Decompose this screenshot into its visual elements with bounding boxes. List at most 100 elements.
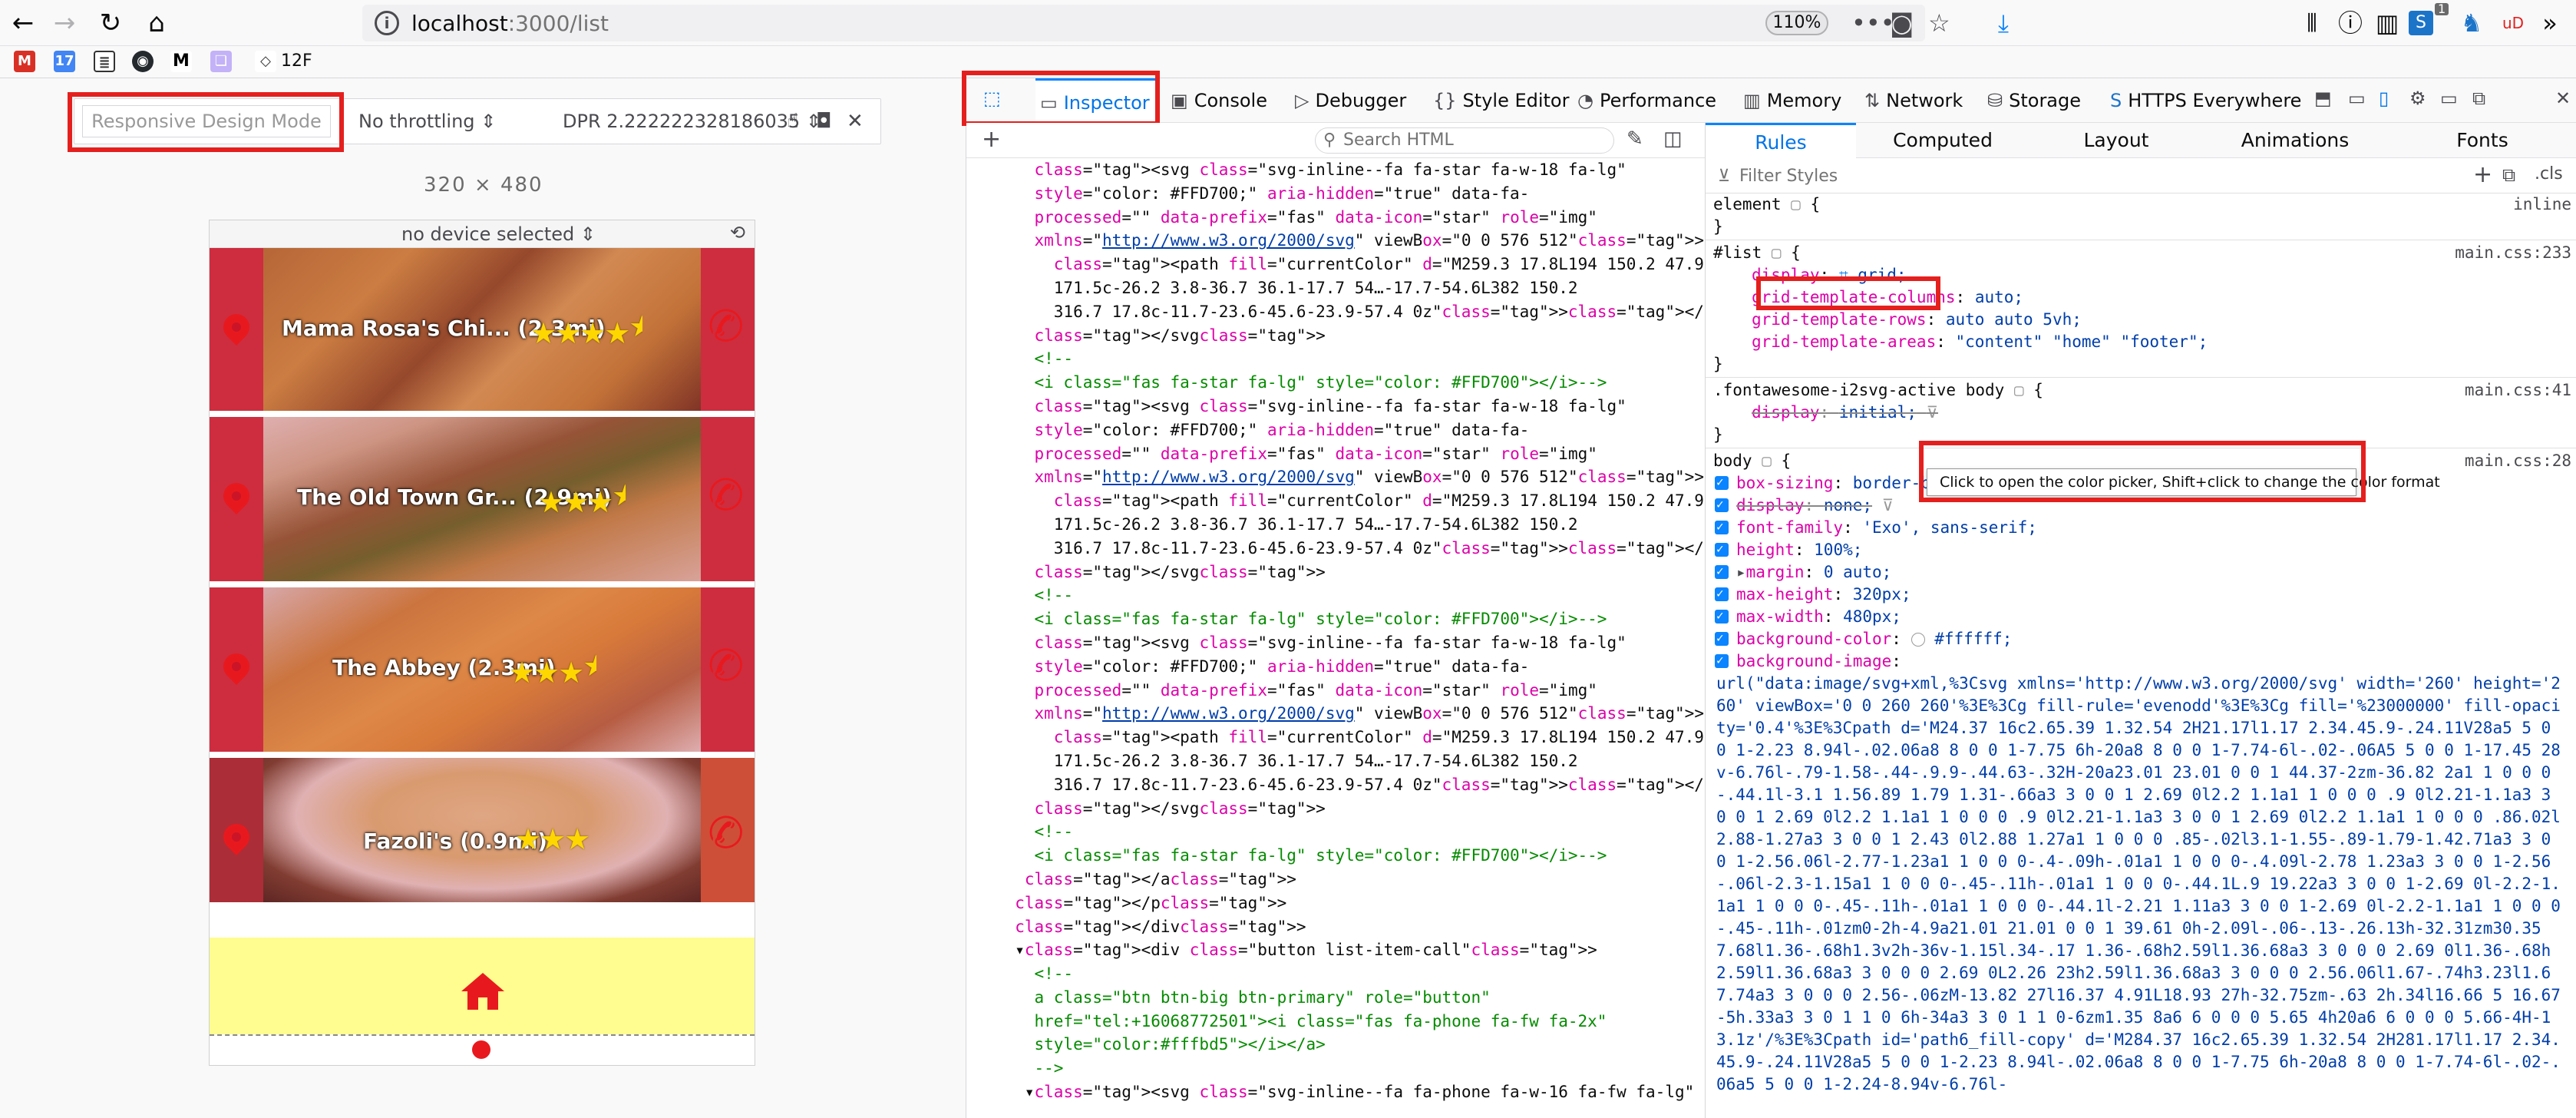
ublock-icon[interactable]: uD <box>2498 8 2528 38</box>
https-everywhere-extension-icon[interactable]: S <box>2409 11 2433 35</box>
markup-line[interactable]: 171.5c-26.2 3.8-36.7 36.1-17.7 54…-17.7-… <box>966 749 1705 773</box>
decl-height[interactable]: height: 100%; <box>1706 538 2576 561</box>
markup-line[interactable]: class="tag"></svgclass="tag">> <box>966 561 1705 584</box>
weather-icon[interactable]: ◇ <box>255 51 276 72</box>
search-html-input[interactable]: ⚲ Search HTML <box>1315 127 1614 154</box>
phone-icon[interactable]: ✆ <box>704 468 748 523</box>
toggle-sidebar-icon[interactable]: ◫ <box>1663 127 1683 150</box>
prop-value[interactable]: auto; <box>1975 288 2023 306</box>
markup-line[interactable]: processed="" data-prefix="fas" data-icon… <box>966 442 1705 466</box>
reload-button[interactable]: ↻ <box>94 6 127 40</box>
tab-performance[interactable]: ◔ Performance <box>1577 78 1716 123</box>
map-pin-icon[interactable] <box>217 308 256 346</box>
sidebar-icon[interactable]: ▥ <box>2372 8 2403 38</box>
decl-grid-template-areas[interactable]: grid-template-areas: "content" "home" "f… <box>1706 331 2576 353</box>
info-circle-icon[interactable]: ⓘ <box>2335 8 2366 38</box>
calendar-icon[interactable]: 17 <box>54 51 75 72</box>
map-side[interactable] <box>210 417 263 581</box>
markup-line[interactable]: style="color: #FFD700;" aria-hidden="tru… <box>966 655 1705 679</box>
prop-value[interactable]: 'Exo', sans-serif; <box>1862 518 2037 537</box>
markup-line[interactable]: class="tag"></divclass="tag">> <box>966 915 1705 939</box>
tab-style-editor[interactable]: {} Style Editor <box>1433 78 1569 123</box>
prop-value[interactable]: none; <box>1824 496 1872 514</box>
responsive-mode-icon[interactable]: ▯ <box>2379 88 2389 109</box>
decl-grid-template-rows[interactable]: grid-template-rows: auto auto 5vh; <box>1706 309 2576 331</box>
prop-value[interactable]: 100%; <box>1814 541 1862 559</box>
markup-line[interactable]: class="tag"><svg class="svg-inline--fa f… <box>966 395 1705 418</box>
call-side[interactable]: ✆ <box>701 248 755 411</box>
decl-checkbox[interactable] <box>1715 604 1729 627</box>
markup-line[interactable]: --> <box>966 1057 1705 1080</box>
download-icon[interactable]: ⤓ <box>1988 8 2019 38</box>
viewport-width[interactable]: 320 <box>424 174 467 197</box>
decl-display-overridden[interactable]: display: initial; ⊽ <box>1706 402 2576 424</box>
markup-line[interactable]: class="tag"></pclass="tag">> <box>966 891 1705 915</box>
library-icon[interactable]: ⫴ <box>2297 8 2327 38</box>
prop-value[interactable]: initial; <box>1839 403 1917 422</box>
markup-line[interactable]: class="tag"><path fill="currentColor" d=… <box>966 489 1705 513</box>
markup-line[interactable]: style="color: #FFD700;" aria-hidden="tru… <box>966 418 1705 442</box>
touch-simulation-icon[interactable]: ☝ <box>787 105 799 137</box>
bookmark-star-icon[interactable]: ☆ <box>1928 9 1950 37</box>
prop-value[interactable]: #ffffff; <box>1934 630 2012 648</box>
markup-line[interactable]: class="tag"><svg class="svg-inline--fa f… <box>966 158 1705 182</box>
markup-line[interactable]: <!-- <box>966 820 1705 844</box>
markup-line[interactable]: class="tag"><path fill="currentColor" d=… <box>966 726 1705 749</box>
zoom-indicator[interactable]: 110% <box>1765 11 1828 35</box>
weather-text[interactable]: 12F <box>281 51 312 72</box>
dpr-select[interactable]: DPR 2.222222328186035 ⇕ <box>563 105 821 137</box>
phone-icon[interactable]: ✆ <box>704 638 748 693</box>
separate-window-icon[interactable]: ⧉ <box>2472 88 2485 109</box>
rule-list[interactable]: #list ▢ {main.css:233 <box>1706 242 2576 264</box>
decl-background-color[interactable]: background-color: #ffffff; <box>1706 627 2576 650</box>
markup-line[interactable]: xmlns="http://www.w3.org/2000/svg" viewB… <box>966 229 1705 253</box>
prop-value[interactable]: 480px; <box>1843 607 1901 626</box>
overflow-menu-icon[interactable]: » <box>2535 8 2565 38</box>
prop-value[interactable]: 0 auto; <box>1824 563 1892 581</box>
rule-source[interactable]: main.css:233 <box>2455 242 2571 264</box>
call-side[interactable]: ✆ <box>701 417 755 581</box>
list-item[interactable]: ✆ The Abbey (2.3mi) ★★★★ <box>210 587 755 752</box>
gmail-icon[interactable]: M <box>14 51 35 72</box>
tab-network[interactable]: ⇅ Network <box>1864 78 1963 123</box>
markup-line[interactable]: processed="" data-prefix="fas" data-icon… <box>966 679 1705 703</box>
home-icon[interactable] <box>460 971 506 1011</box>
filter-funnel-icon[interactable]: ⊽ <box>1927 403 1938 422</box>
settings-gear-icon[interactable]: ⚙ <box>2409 88 2426 109</box>
markup-line[interactable]: <i class="fas fa-star fa-lg" style="colo… <box>966 607 1705 631</box>
tab-fonts[interactable]: Fonts <box>2387 123 2576 158</box>
phone-icon[interactable]: ✆ <box>704 299 748 354</box>
markup-line[interactable]: 316.7 17.8c-11.7-23.6-45.6-23.9-57.4 0z"… <box>966 300 1705 324</box>
expand-twisty-icon[interactable]: ▸ <box>1736 563 1746 581</box>
decl-max-width[interactable]: max-width: 480px; <box>1706 604 2576 628</box>
markup-line[interactable]: style="color:#fffbd5"></i></a> <box>966 1033 1705 1057</box>
viewport-height[interactable]: 480 <box>500 174 543 197</box>
markup-line[interactable]: processed="" data-prefix="fas" data-icon… <box>966 206 1705 230</box>
tab-computed[interactable]: Computed <box>1856 123 2029 158</box>
decl-background-image[interactable]: background-image: <box>1706 649 2576 673</box>
filter-funnel-icon[interactable]: ⊽ <box>1882 496 1894 514</box>
markup-line[interactable]: 316.7 17.8c-11.7-23.6-45.6-23.9-57.4 0z"… <box>966 773 1705 797</box>
home-button[interactable]: ⌂ <box>140 6 173 40</box>
markup-line[interactable]: <!-- <box>966 962 1705 986</box>
prop-value[interactable]: "content" "home" "footer"; <box>1956 332 2208 351</box>
markup-line[interactable]: 171.5c-26.2 3.8-36.7 36.1-17.7 54…-17.7-… <box>966 276 1705 300</box>
screenshot-icon[interactable]: ◘ <box>816 105 832 137</box>
markup-line[interactable]: class="tag"></aclass="tag">> <box>966 868 1705 891</box>
markup-tree[interactable]: class="tag"><svg class="svg-inline--fa f… <box>966 158 1705 1118</box>
call-side[interactable]: ✆ <box>701 587 755 752</box>
filter-styles-input[interactable]: ⊻ Filter Styles <box>1712 164 2433 189</box>
markup-line[interactable]: a class="btn btn-big btn-primary" role="… <box>966 986 1705 1010</box>
site-info-icon[interactable]: i <box>375 11 399 35</box>
list-item[interactable]: ✆ Mama Rosa's Chi... (2.3mi) ★★★★★ <box>210 248 755 411</box>
markup-line[interactable]: ▾class="tag"><svg class="svg-inline--fa … <box>966 1080 1705 1104</box>
markup-line[interactable]: xmlns="http://www.w3.org/2000/svg" viewB… <box>966 702 1705 726</box>
tab-overflow-icon[interactable]: ⬒ <box>2314 88 2332 109</box>
map-pin-icon[interactable] <box>217 477 256 515</box>
decl-checkbox[interactable] <box>1715 471 1729 493</box>
close-rdm-icon[interactable]: ✕ <box>847 105 864 137</box>
rule-element[interactable]: element ▢ {inline <box>1706 194 2576 216</box>
map-pin-icon[interactable] <box>217 818 256 856</box>
rule-source[interactable]: inline <box>2513 194 2571 216</box>
url-text[interactable]: localhost:3000/list <box>411 11 609 36</box>
